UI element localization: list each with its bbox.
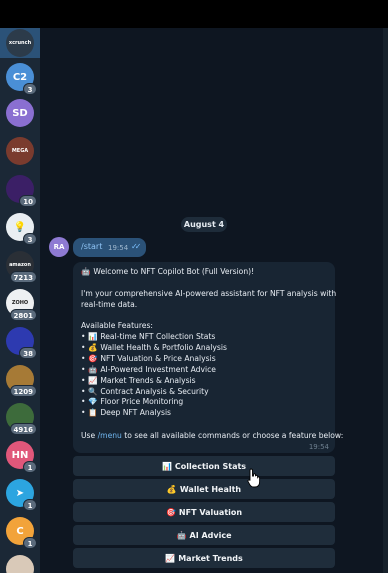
intro-line-1: I'm your comprehensive AI-powered assist…: [81, 289, 337, 298]
button-label: Collection Stats: [174, 461, 247, 471]
menu-command-link[interactable]: /menu: [98, 431, 122, 440]
sidebar-chat-1[interactable]: C2 3: [6, 63, 37, 95]
button-label: NFT Valuation: [178, 507, 243, 517]
bot-welcome-message: 🤖 Welcome to NFT Copilot Bot (Full Versi…: [73, 262, 343, 453]
feature-item: • 📋 Deep NFT Analysis: [81, 408, 172, 418]
button-label: Market Trends: [178, 553, 243, 563]
chat-initials: C2: [12, 71, 28, 83]
chat-initials: SD: [12, 107, 28, 119]
mouse-pointer-hand-icon: [247, 468, 261, 488]
feature-item: • 📈 Market Trends & Analysis: [81, 375, 196, 385]
sidebar-chat-9[interactable]: 1209: [6, 365, 37, 397]
welcome-line: 🤖 Welcome to NFT Copilot Bot (Full Versi…: [81, 267, 254, 278]
feature-icon: 🤖: [88, 364, 98, 374]
telegram-icon: ➤: [15, 487, 25, 499]
sidebar-chat-4[interactable]: 10: [6, 175, 37, 207]
unread-count-badge: 4916: [9, 423, 37, 435]
unread-count-badge: 10: [19, 195, 37, 207]
sidebar-chat-13[interactable]: C1: [6, 517, 37, 549]
button-icon: 💰: [166, 484, 177, 494]
button-label: AI Advice: [189, 530, 232, 540]
chat-logo-text: amazon: [9, 262, 31, 268]
feature-icon: 💎: [88, 397, 98, 407]
keyboard-button-nft-valuation[interactable]: 🎯 NFT Valuation: [73, 502, 335, 522]
keyboard-button-market-trends[interactable]: 📈 Market Trends: [73, 548, 335, 568]
footer-prefix: Use: [81, 431, 98, 440]
chat-list-sidebar: xcrunch C2 3 SD MEGA 10 💡 3 amazon 7213 ZOHO 2801 38…: [0, 28, 40, 573]
chat-scrollbar[interactable]: [383, 28, 388, 573]
unread-count-badge: 3: [23, 233, 37, 245]
sidebar-chat-2[interactable]: SD: [6, 99, 34, 127]
feature-text: Wallet Health & Portfolio Analysis: [100, 342, 227, 352]
feature-item: • 💰 Wallet Health & Portfolio Analysis: [81, 342, 227, 352]
feature-icon: 📊: [88, 332, 98, 341]
sidebar-chat-8[interactable]: 38: [6, 327, 37, 359]
welcome-text: Welcome to NFT Copilot Bot (Full Version…: [93, 267, 255, 276]
unread-count-badge: 3: [23, 83, 37, 95]
chat-logo-text: MEGA: [11, 148, 29, 154]
feature-text: AI-Powered Investment Advice: [100, 364, 216, 374]
sidebar-chat-10[interactable]: 4916: [6, 403, 37, 435]
chat-initials: HN: [11, 449, 29, 461]
feature-icon: 🎯: [88, 353, 98, 363]
unread-count-badge: 1: [23, 499, 37, 511]
button-icon: 📊: [161, 461, 172, 471]
sidebar-chat-7[interactable]: ZOHO 2801: [6, 289, 37, 321]
lightbulb-avatar: 💡: [13, 221, 27, 233]
feature-item: • 🎯 NFT Valuation & Price Analysis: [81, 353, 216, 363]
unread-count-badge: 1: [23, 461, 37, 473]
feature-text: Floor Price Monitoring: [100, 397, 184, 407]
keyboard-button-collection-stats[interactable]: 📊 Collection Stats: [73, 456, 335, 476]
sidebar-chat-3[interactable]: MEGA: [6, 137, 34, 165]
button-icon: 📈: [165, 553, 176, 563]
feature-icon: 🔍: [88, 386, 98, 396]
keyboard-button-wallet-health[interactable]: 💰 Wallet Health: [73, 479, 335, 499]
feature-item: • 🔍 Contract Analysis & Security: [81, 386, 209, 396]
button-icon: 🤖: [176, 530, 187, 540]
button-label: Wallet Health: [179, 484, 242, 494]
feature-icon: 📋: [88, 408, 98, 418]
feature-text: NFT Valuation & Price Analysis: [100, 353, 216, 363]
feature-text: Market Trends & Analysis: [100, 375, 196, 385]
date-separator: August 4: [181, 217, 227, 232]
intro-line-2: real-time data.: [81, 300, 138, 309]
keyboard-button-ai-advice[interactable]: 🤖 AI Advice: [73, 525, 335, 545]
sidebar-chat-12[interactable]: ➤ 1: [6, 479, 37, 511]
user-avatar[interactable]: RA: [49, 237, 69, 257]
robot-icon: 🤖: [81, 267, 91, 276]
feature-text: Real-time NFT Collection Stats: [100, 332, 216, 341]
message-time: 19:54: [308, 443, 329, 451]
features-header: Available Features:: [81, 321, 153, 330]
feature-text: Contract Analysis & Security: [100, 386, 209, 396]
feature-item: • 📊 Real-time NFT Collection Stats: [81, 332, 216, 341]
feature-icon: 💰: [88, 342, 98, 352]
chat-logo-text: xcrunch: [8, 40, 32, 46]
message-command-text[interactable]: /start: [81, 242, 102, 251]
chat-initials: C: [16, 525, 24, 537]
feature-item: • 💎 Floor Price Monitoring: [81, 397, 184, 407]
feature-text: Deep NFT Analysis: [100, 408, 172, 418]
message-time: 19:54: [108, 244, 129, 252]
read-check-icon: ✓✓: [131, 242, 142, 251]
unread-count-badge: 1209: [9, 385, 37, 397]
sidebar-chat-5[interactable]: 💡 3: [6, 213, 37, 245]
unread-count-badge: 2801: [9, 309, 37, 321]
window-top-bar: [0, 0, 388, 28]
unread-count-badge: 1: [23, 537, 37, 549]
sidebar-chat-11[interactable]: HN 1: [6, 441, 37, 473]
sidebar-chat-6[interactable]: amazon 7213: [6, 251, 37, 283]
sidebar-chat-14[interactable]: [6, 555, 34, 573]
footer-line: Use /menu to see all available commands …: [81, 431, 343, 442]
chat-logo-text: ZOHO: [11, 300, 29, 306]
feature-icon: 📈: [88, 375, 98, 385]
outgoing-message[interactable]: /start 19:54 ✓✓: [73, 238, 146, 257]
unread-count-badge: 38: [19, 347, 37, 359]
footer-suffix: to see all available commands or choose …: [121, 431, 344, 440]
unread-count-badge: 7213: [9, 271, 37, 283]
sidebar-chat-0[interactable]: xcrunch: [6, 29, 34, 57]
feature-item: • 🤖 AI-Powered Investment Advice: [81, 364, 216, 374]
button-icon: 🎯: [165, 507, 176, 517]
